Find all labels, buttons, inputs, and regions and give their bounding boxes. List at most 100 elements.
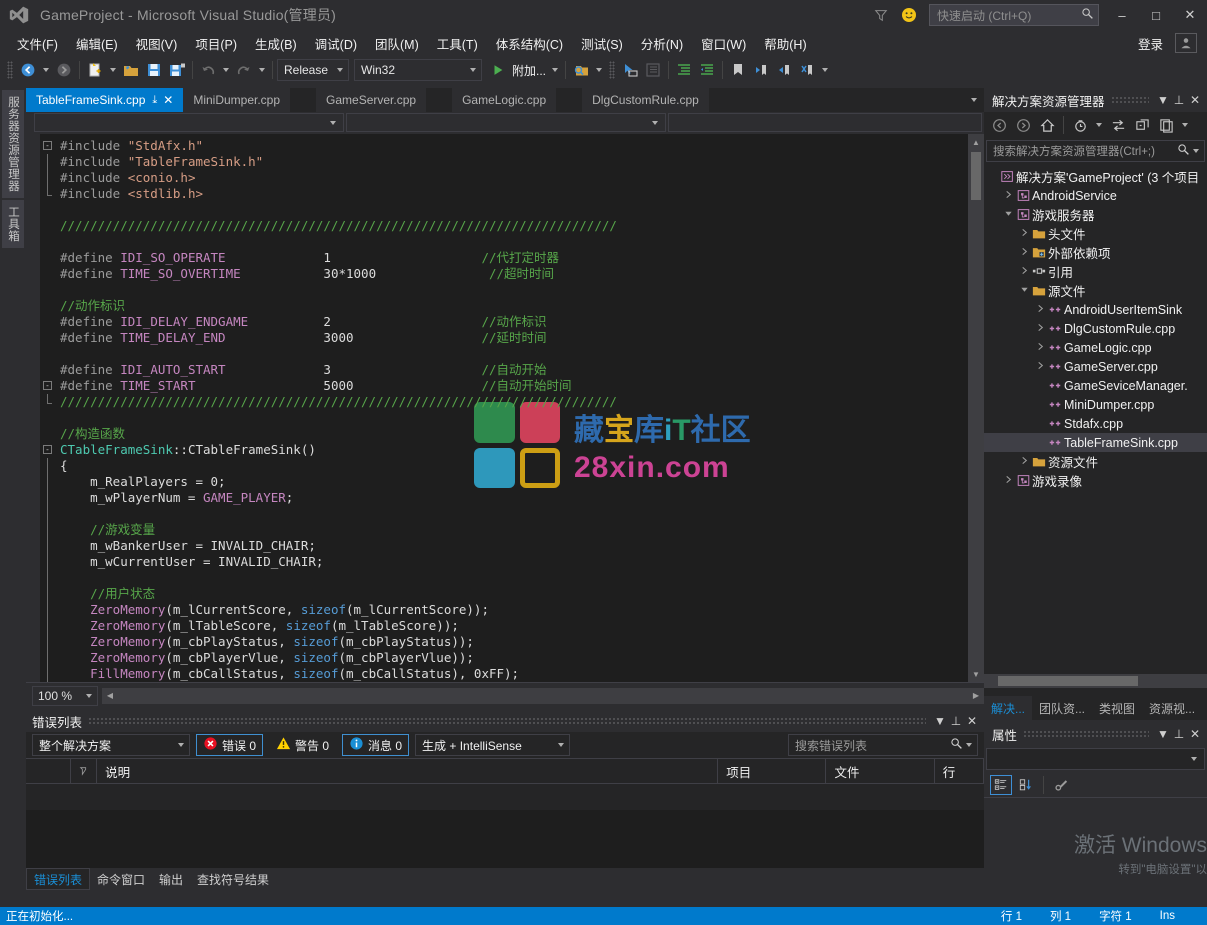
document-tab-minidumper[interactable]: MiniDumper.cpp bbox=[183, 88, 291, 112]
tree-item[interactable]: GameLogic.cpp bbox=[984, 338, 1207, 357]
document-tab-gamelogic[interactable]: GameLogic.cpp bbox=[452, 88, 557, 112]
scroll-right-icon[interactable]: ▶ bbox=[968, 688, 984, 704]
tree-item[interactable]: 解决方案'GameProject' (3 个项目 bbox=[984, 167, 1207, 186]
navigate-back-icon[interactable] bbox=[17, 59, 39, 81]
chevron-down-icon-errscope[interactable] bbox=[178, 743, 184, 747]
collapse-all-icon[interactable] bbox=[1131, 115, 1153, 135]
menu-item-team[interactable]: 团队(M) bbox=[366, 31, 428, 56]
error-column-header[interactable] bbox=[71, 758, 98, 784]
properties-object-combo[interactable] bbox=[986, 748, 1205, 770]
pin-icon[interactable]: ⤓ bbox=[152, 94, 157, 107]
error-list-rows[interactable] bbox=[26, 810, 984, 868]
toolbar-grip[interactable] bbox=[7, 61, 13, 79]
document-tab-tableframesink[interactable]: TableFrameSink.cpp ⤓ ✕ bbox=[26, 88, 184, 112]
menu-item-edit[interactable]: 编辑(E) bbox=[67, 31, 127, 56]
maximize-button[interactable]: □ bbox=[1139, 0, 1173, 30]
tree-item[interactable]: AndroidService bbox=[984, 186, 1207, 205]
close-icon[interactable]: ✕ bbox=[1187, 90, 1203, 110]
solution-configuration-combo[interactable]: Release bbox=[277, 59, 349, 81]
outlining-collapse-icon[interactable]: - bbox=[43, 141, 52, 150]
user-account-icon[interactable] bbox=[1175, 33, 1197, 53]
previous-bookmark-icon[interactable] bbox=[750, 59, 772, 81]
save-icon[interactable] bbox=[143, 59, 165, 81]
navigation-member-combo[interactable] bbox=[346, 113, 666, 132]
search-options-icon[interactable] bbox=[1193, 149, 1199, 153]
chevron-down-icon-zoom[interactable] bbox=[86, 693, 92, 698]
next-bookmark-icon[interactable] bbox=[773, 59, 795, 81]
menu-item-window[interactable]: 窗口(W) bbox=[692, 31, 755, 56]
search-icon[interactable] bbox=[950, 737, 963, 753]
search-icon[interactable] bbox=[1081, 7, 1094, 23]
chevron-down-icon-2[interactable] bbox=[470, 68, 476, 72]
document-tab-dlgcustomrule[interactable]: DlgCustomRule.cpp bbox=[582, 88, 709, 112]
zoom-level-combo[interactable]: 100 % bbox=[32, 685, 98, 706]
error-list-drag-dots[interactable] bbox=[88, 717, 926, 725]
redo-dropdown-icon[interactable] bbox=[259, 68, 265, 72]
tree-item[interactable]: 源文件 bbox=[984, 281, 1207, 300]
panel-toolbar-overflow-icon[interactable] bbox=[1182, 123, 1188, 127]
properties-grid[interactable] bbox=[984, 822, 1207, 907]
close-button[interactable]: ✕ bbox=[1173, 0, 1207, 30]
chevron-expanded-icon[interactable] bbox=[1002, 209, 1014, 220]
menu-item-build[interactable]: 生成(B) bbox=[246, 31, 306, 56]
chevron-collapsed-icon[interactable] bbox=[1034, 342, 1046, 353]
tree-item[interactable]: 引用 bbox=[984, 262, 1207, 281]
tree-item[interactable]: 外部依赖项 bbox=[984, 243, 1207, 262]
properties-icon[interactable] bbox=[1155, 115, 1177, 135]
solution-explorer-search-input[interactable]: 搜索解决方案资源管理器(Ctrl+;) bbox=[986, 140, 1205, 162]
vertical-tab-server-explorer[interactable]: 服务器资源管理器 bbox=[2, 90, 24, 198]
panel-menu-icon[interactable]: ▼ bbox=[1155, 90, 1171, 110]
outlining-collapse-icon[interactable]: - bbox=[43, 381, 52, 390]
error-scope-combo[interactable]: 整个解决方案 bbox=[32, 734, 190, 756]
find-dropdown-icon[interactable] bbox=[596, 68, 603, 72]
search-icon[interactable] bbox=[1177, 143, 1190, 159]
outlining-collapse-icon[interactable]: - bbox=[43, 445, 52, 454]
menu-item-test[interactable]: 测试(S) bbox=[572, 31, 632, 56]
sync-icon[interactable] bbox=[1107, 115, 1129, 135]
solution-panel-tab[interactable]: 类视图 bbox=[1092, 696, 1142, 720]
scroll-left-icon[interactable]: ◀ bbox=[102, 688, 118, 704]
pending-changes-dropdown-icon[interactable] bbox=[1096, 123, 1102, 127]
solution-scroll-thumb[interactable] bbox=[998, 676, 1138, 686]
chevron-collapsed-icon[interactable] bbox=[1018, 228, 1030, 239]
menu-item-tools[interactable]: 工具(T) bbox=[428, 31, 487, 56]
menu-item-analyze[interactable]: 分析(N) bbox=[632, 31, 692, 56]
play-icon[interactable] bbox=[487, 59, 509, 81]
error-column-header[interactable] bbox=[26, 758, 72, 784]
tree-item[interactable]: DlgCustomRule.cpp bbox=[984, 319, 1207, 338]
close-icon[interactable]: ✕ bbox=[163, 93, 173, 107]
error-filter-errors[interactable]: 错误 0 bbox=[196, 734, 264, 756]
close-icon-err[interactable]: ✕ bbox=[964, 711, 980, 731]
bottom-tool-tab[interactable]: 命令窗口 bbox=[90, 868, 152, 890]
menu-item-debug[interactable]: 调试(D) bbox=[306, 31, 366, 56]
home-icon[interactable] bbox=[1036, 115, 1058, 135]
pointer-icon[interactable] bbox=[619, 59, 641, 81]
chevron-down-icon-errbuild[interactable] bbox=[558, 743, 565, 747]
tree-item[interactable]: GameServer.cpp bbox=[984, 357, 1207, 376]
indent-icon[interactable] bbox=[673, 59, 695, 81]
new-item-icon[interactable] bbox=[84, 59, 106, 81]
tree-item[interactable]: 游戏服务器 bbox=[984, 205, 1207, 224]
tree-item[interactable]: 游戏录像 bbox=[984, 471, 1207, 490]
undo-icon[interactable] bbox=[197, 59, 219, 81]
categorized-icon[interactable] bbox=[990, 774, 1012, 795]
bottom-tool-tab[interactable]: 错误列表 bbox=[26, 868, 91, 890]
navigate-back-dropdown-icon[interactable] bbox=[43, 68, 49, 72]
menu-item-help[interactable]: 帮助(H) bbox=[755, 31, 815, 56]
funnel-icon[interactable] bbox=[867, 0, 895, 30]
chevron-collapsed-icon[interactable] bbox=[1034, 361, 1046, 372]
minimize-button[interactable]: – bbox=[1105, 0, 1139, 30]
close-icon-props[interactable]: ✕ bbox=[1187, 724, 1203, 744]
tree-item[interactable]: MiniDumper.cpp bbox=[984, 395, 1207, 414]
panel-drag-dots[interactable] bbox=[1110, 96, 1149, 104]
error-filter-messages[interactable]: 消息 0 bbox=[342, 734, 410, 756]
outlining-margin[interactable]: - - - bbox=[40, 134, 56, 682]
smiley-icon[interactable] bbox=[895, 0, 923, 30]
attach-button[interactable]: 附加... bbox=[510, 62, 548, 79]
code-editor-surface[interactable]: - - - 藏宝库iT社区 28xin.com #include "StdAfx.h… bbox=[26, 134, 984, 682]
code-text-region[interactable]: 藏宝库iT社区 28xin.com #include "StdAfx.h" #in… bbox=[56, 134, 984, 682]
solution-panel-tab[interactable]: 解决... bbox=[984, 696, 1033, 720]
source-code-text[interactable]: #include "StdAfx.h" #include "TableFrameS… bbox=[56, 134, 984, 682]
chevron-collapsed-icon[interactable] bbox=[1034, 323, 1046, 334]
bottom-tool-tab[interactable]: 查找符号结果 bbox=[190, 868, 276, 890]
